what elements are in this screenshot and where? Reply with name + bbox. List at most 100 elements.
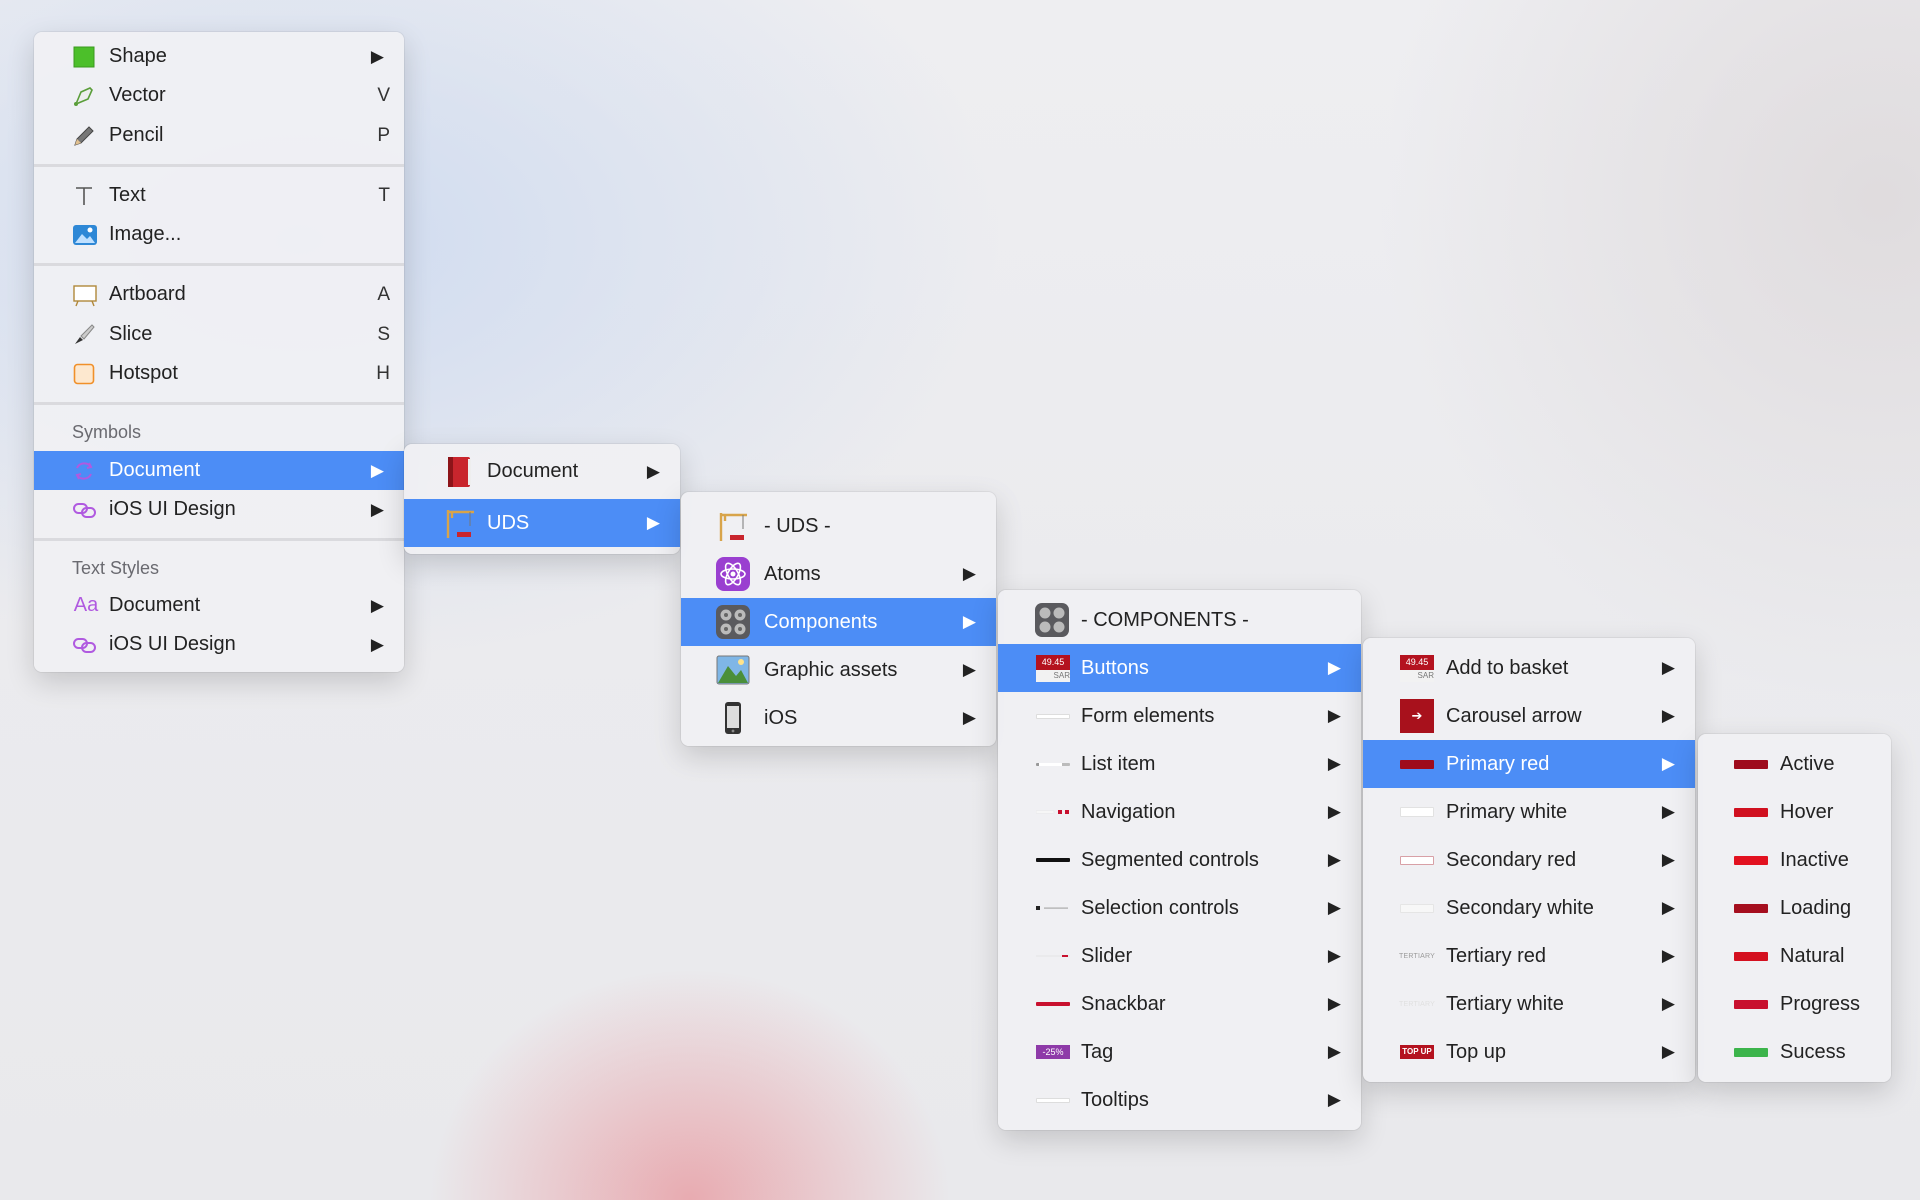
menu-item-components-header[interactable]: - COMPONENTS - [998, 596, 1361, 644]
menu-item-label: Add to basket [1446, 656, 1569, 679]
tag-label: -25% [1036, 1045, 1070, 1059]
tertiary-label: TERTIARY [1399, 952, 1435, 960]
menu-item-hover[interactable]: Hover [1698, 788, 1891, 836]
menu-item-image[interactable]: Image... [34, 215, 404, 254]
menu-item-artboard[interactable]: Artboard A [34, 275, 404, 314]
menu-item-label: Graphic assets [764, 658, 898, 681]
insert-menu: Shape ▶ Vector V Pencil P Text T Image..… [34, 32, 404, 672]
menu-item-components[interactable]: Components ▶ [681, 598, 996, 646]
submenu-arrow-icon: ▶ [370, 634, 384, 654]
submenu-arrow-icon: ▶ [370, 460, 384, 480]
menu-item-uds-header[interactable]: - UDS - [681, 502, 996, 550]
text-style-icon: Aa [73, 594, 99, 616]
menu-item-vector[interactable]: Vector V [34, 76, 404, 115]
menu-item-navigation[interactable]: Navigation ▶ [998, 788, 1361, 836]
shortcut-key: A [377, 283, 390, 305]
menu-item-slider[interactable]: Slider ▶ [998, 932, 1361, 980]
menu-item-carousel-arrow[interactable]: ➔ Carousel arrow ▶ [1363, 692, 1695, 740]
menu-item-label: Tertiary white [1446, 992, 1564, 1015]
menu-item-list-item[interactable]: List item ▶ [998, 740, 1361, 788]
menu-item-progress[interactable]: Progress [1698, 980, 1891, 1028]
tag-thumbnail: -25% [1036, 1041, 1070, 1063]
menu-item-top-up[interactable]: TOP UP Top up ▶ [1363, 1028, 1695, 1076]
menu-item-success[interactable]: Sucess [1698, 1028, 1891, 1076]
menu-item-textstyles-ios[interactable]: iOS UI Design ▶ [34, 625, 404, 664]
divider [34, 538, 404, 541]
knife-icon [72, 323, 96, 347]
menu-item-textstyles-document[interactable]: Aa Document ▶ [34, 586, 404, 625]
menu-item-primary-red[interactable]: Primary red ▶ [1363, 740, 1695, 788]
menu-item-label: Slice [109, 323, 153, 345]
menu-item-buttons[interactable]: 49.45 SAR Buttons ▶ [998, 644, 1361, 692]
components-submenu: - COMPONENTS - 49.45 SAR Buttons ▶ Form … [998, 590, 1361, 1130]
menu-item-tertiary-red[interactable]: TERTIARY Tertiary red ▶ [1363, 932, 1695, 980]
submenu-arrow-icon: ▶ [370, 595, 384, 615]
submenu-arrow-icon: ▶ [1327, 946, 1341, 965]
menu-item-shape[interactable]: Shape ▶ [34, 37, 404, 76]
menu-item-loading[interactable]: Loading [1698, 884, 1891, 932]
submenu-arrow-icon: ▶ [1661, 658, 1675, 677]
natural-state-thumbnail [1734, 945, 1768, 967]
menu-item-segmented-controls[interactable]: Segmented controls ▶ [998, 836, 1361, 884]
menu-item-selection-controls[interactable]: Selection controls ▶ [998, 884, 1361, 932]
price-button-thumbnail: 49.45 SAR [1400, 651, 1434, 685]
submenu-arrow-icon: ▶ [962, 612, 976, 631]
menu-item-graphic-assets[interactable]: Graphic assets ▶ [681, 646, 996, 694]
submenu-arrow-icon: ▶ [1661, 706, 1675, 725]
menu-item-secondary-white[interactable]: Secondary white ▶ [1363, 884, 1695, 932]
submenu-arrow-icon: ▶ [1327, 802, 1341, 821]
menu-item-label: Tertiary red [1446, 944, 1547, 967]
menu-item-pencil[interactable]: Pencil P [34, 116, 404, 155]
menu-item-label: Secondary red [1446, 848, 1577, 871]
navigation-thumbnail [1036, 801, 1070, 823]
slider-thumbnail [1036, 945, 1070, 967]
submenu-arrow-icon: ▶ [370, 46, 384, 66]
section-header-symbols: Symbols [72, 422, 142, 442]
hover-state-thumbnail [1734, 801, 1768, 823]
menu-item-natural[interactable]: Natural [1698, 932, 1891, 980]
price-label: 49.45 [1400, 654, 1434, 670]
segmented-controls-thumbnail [1036, 849, 1070, 871]
book-icon [444, 455, 474, 489]
menu-item-uds[interactable]: UDS ▶ [404, 499, 680, 547]
menu-item-form-elements[interactable]: Form elements ▶ [998, 692, 1361, 740]
menu-item-add-to-basket[interactable]: 49.45 SAR Add to basket ▶ [1363, 644, 1695, 692]
menu-item-label: Tooltips [1081, 1088, 1149, 1111]
menu-item-label: Progress [1780, 992, 1861, 1015]
primary-red-submenu: Active Hover Inactive Loading Natural Pr… [1698, 734, 1891, 1082]
menu-item-label: Secondary white [1446, 896, 1594, 919]
carousel-arrow-thumbnail: ➔ [1400, 699, 1434, 733]
menu-item-label: Hotspot [109, 362, 178, 384]
menu-item-tertiary-white[interactable]: TERTIARY Tertiary white ▶ [1363, 980, 1695, 1028]
menu-item-label: Primary white [1446, 800, 1568, 823]
menu-item-active[interactable]: Active [1698, 740, 1891, 788]
submenu-arrow-icon: ▶ [1661, 754, 1675, 773]
submenu-arrow-icon: ▶ [1327, 898, 1341, 917]
menu-item-snackbar[interactable]: Snackbar ▶ [998, 980, 1361, 1028]
menu-item-symbols-document[interactable]: Document ▶ [34, 451, 404, 490]
menu-item-hotspot[interactable]: Hotspot H [34, 354, 404, 393]
secondary-red-thumbnail [1400, 849, 1434, 871]
arrow-right-icon: ➔ [1400, 699, 1434, 733]
menu-item-primary-white[interactable]: Primary white ▶ [1363, 788, 1695, 836]
menu-item-text[interactable]: Text T [34, 176, 404, 215]
menu-item-document[interactable]: Document ▶ [404, 450, 680, 493]
menu-item-slice[interactable]: Slice S [34, 315, 404, 354]
submenu-arrow-icon: ▶ [646, 461, 660, 481]
menu-item-ios[interactable]: iOS ▶ [681, 694, 996, 742]
menu-item-secondary-red[interactable]: Secondary red ▶ [1363, 836, 1695, 884]
menu-item-tooltips[interactable]: Tooltips ▶ [998, 1076, 1361, 1124]
menu-item-label: Natural [1780, 944, 1845, 967]
image-icon [72, 223, 98, 247]
menu-item-inactive[interactable]: Inactive [1698, 836, 1891, 884]
selection-controls-thumbnail [1036, 897, 1070, 919]
menu-item-symbols-ios[interactable]: iOS UI Design ▶ [34, 490, 404, 529]
top-up-label: TOP UP [1400, 1045, 1434, 1059]
menu-item-atoms[interactable]: Atoms ▶ [681, 550, 996, 598]
shape-icon [72, 45, 96, 69]
menu-item-label: Shape [109, 45, 167, 67]
components-icon [715, 604, 751, 640]
menu-item-tag[interactable]: -25% Tag ▶ [998, 1028, 1361, 1076]
menu-item-label: UDS [487, 511, 530, 534]
menu-item-label: Inactive [1780, 848, 1849, 871]
